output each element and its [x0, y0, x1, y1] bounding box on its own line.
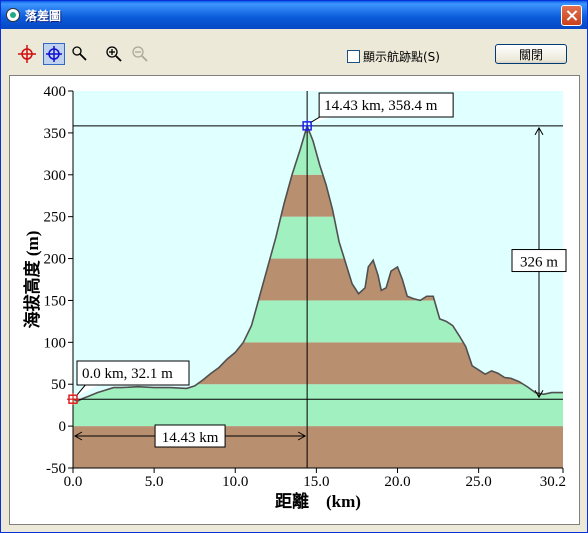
y-tick-label: 100 [44, 335, 67, 351]
zoom-out-tool-button[interactable] [129, 43, 151, 65]
zoom-out-icon [132, 46, 148, 62]
x-tick-label: 25.0 [466, 474, 492, 490]
magnifier-icon [72, 46, 87, 61]
x-tick-label: 20.0 [384, 474, 410, 490]
x-tick-label: 10.0 [222, 474, 248, 490]
magnifier-tool-button[interactable] [69, 43, 91, 65]
y-tick-label: 0 [59, 419, 67, 435]
elevation-band [73, 426, 563, 468]
y-tick-label: 150 [44, 293, 67, 309]
x-tick-label: 0.0 [64, 474, 83, 490]
end-marker-tool-button[interactable] [43, 43, 65, 65]
zoom-in-icon [106, 46, 122, 62]
crosshair-red-icon [18, 45, 36, 63]
window-title: 落差圖 [25, 9, 62, 23]
profile-window: 落差圖 顯示航跡點(S) 關閉 400 350 300 250 200 150 … [0, 0, 588, 533]
y-tick-label: 350 [44, 126, 67, 142]
y-tick-label: 200 [44, 252, 67, 268]
close-button[interactable]: 關閉 [495, 44, 567, 64]
elevation-profile-chart[interactable]: 400350300250200150100500-500.0 5.0 10.0 15.… [10, 76, 579, 524]
y-tick-label: 250 [44, 210, 67, 226]
start-marker-label: 0.0 km, 32.1 m [82, 366, 173, 382]
x-tick-label: 30.2 [540, 474, 566, 490]
elevation-band [73, 384, 563, 427]
distance-label: 14.43 km [162, 430, 219, 446]
zoom-in-tool-button[interactable] [103, 43, 125, 65]
x-tick-label: 15.0 [303, 474, 329, 490]
show-waypoints-checkbox[interactable]: 顯示航跡點(S) [347, 48, 440, 65]
show-waypoints-label: 顯示航跡點(S) [363, 50, 440, 64]
end-marker-label: 14.43 km, 358.4 m [324, 98, 438, 114]
y-tick-label: 400 [44, 84, 67, 100]
x-tick-label: 5.0 [145, 474, 164, 490]
y-tick-label: 50 [51, 377, 66, 393]
x-axis-title: 距離 (km) [275, 491, 361, 511]
globe-icon [6, 8, 20, 22]
start-marker-tool-button[interactable] [16, 43, 38, 65]
y-axis-title: 海拔高度 (m) [22, 231, 42, 329]
title-bar[interactable]: 落差圖 [1, 1, 587, 29]
y-tick-label: 300 [44, 168, 67, 184]
elevation-diff-label: 326 m [520, 255, 558, 271]
window-close-button[interactable] [561, 5, 582, 26]
chart-panel: 400 350 300 250 200 150 100 50 0 -50 0.0 5.0 10.0 15.… [9, 75, 580, 525]
checkbox-box[interactable] [347, 50, 360, 63]
crosshair-blue-icon [46, 46, 62, 62]
